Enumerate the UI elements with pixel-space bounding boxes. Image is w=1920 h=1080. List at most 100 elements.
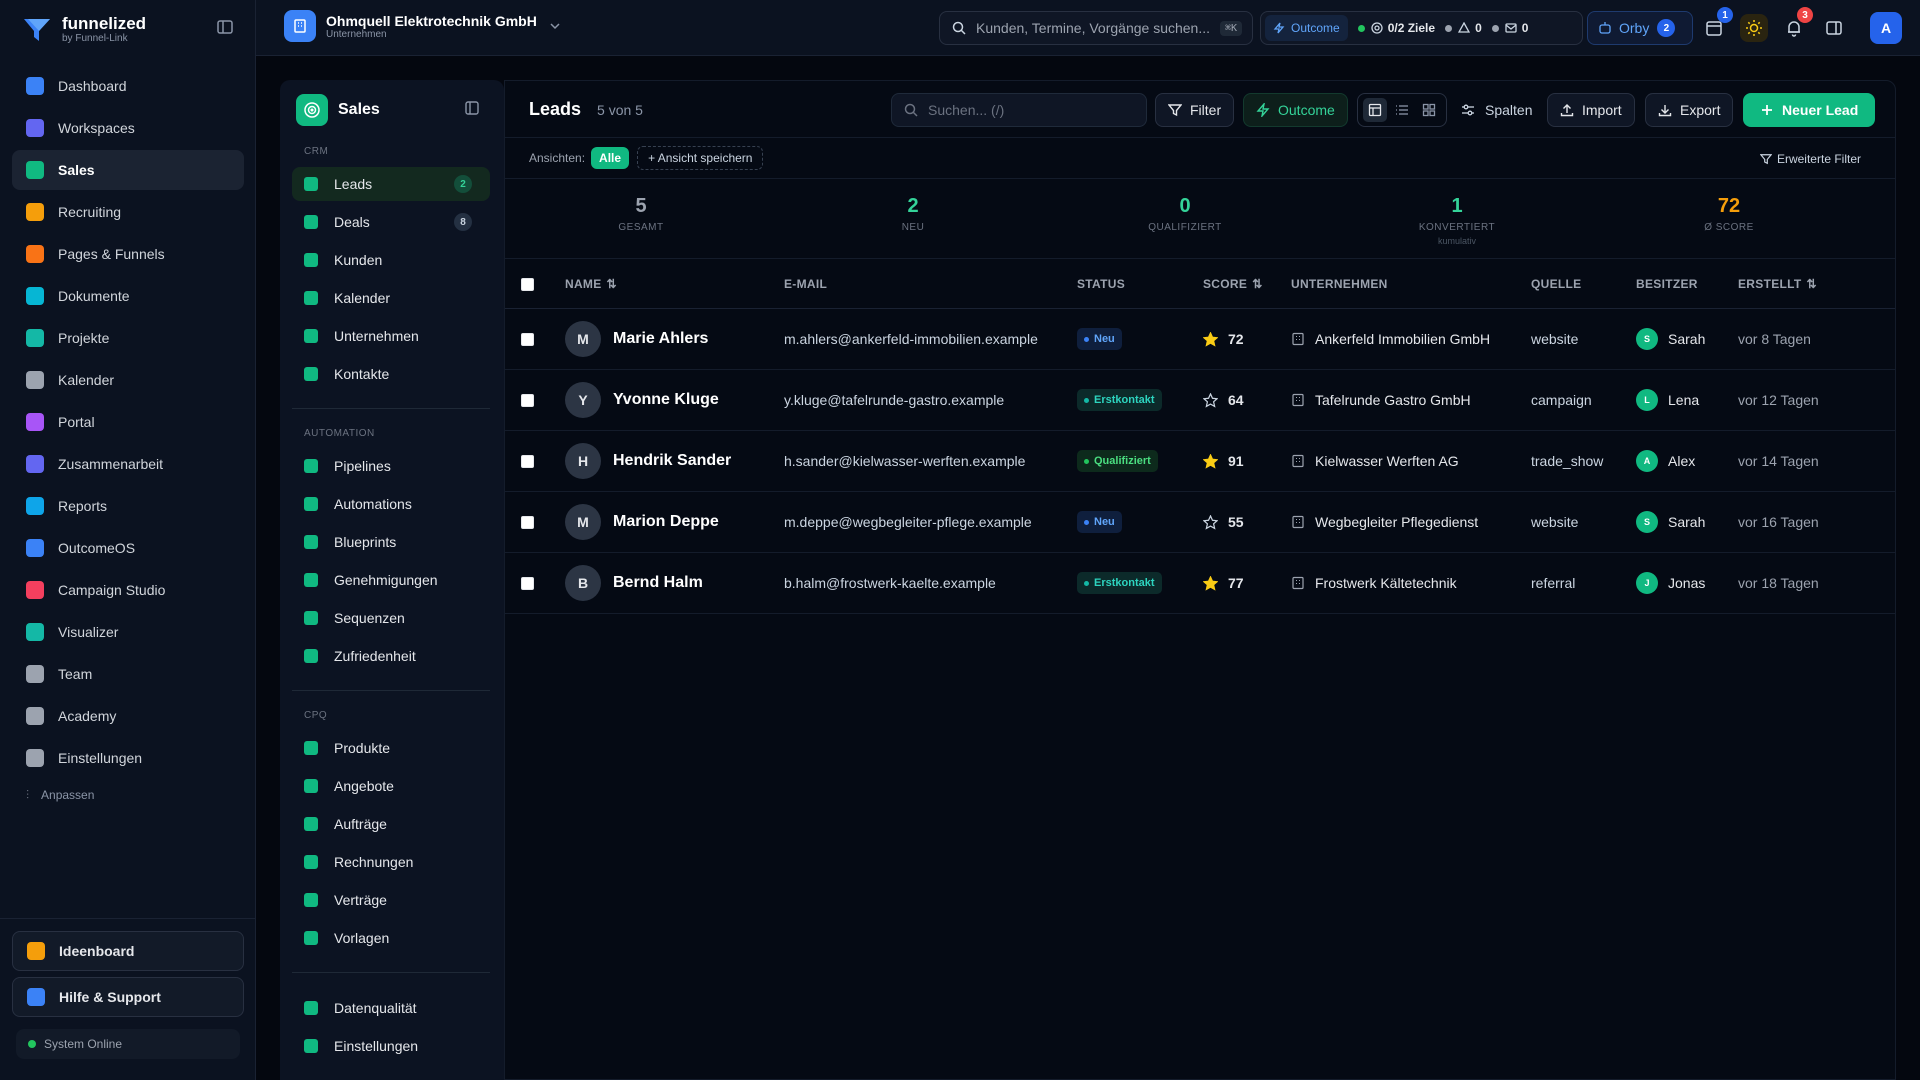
owner-cell[interactable]: A Alex [1636, 431, 1695, 491]
filter-button[interactable]: Filter [1155, 93, 1235, 127]
lead-name-cell[interactable]: M Marion Deppe [565, 492, 719, 552]
panel-toggle-button[interactable] [1820, 14, 1848, 42]
select-all-checkbox[interactable] [521, 259, 534, 309]
column-header-name[interactable]: NAME ⇅ [565, 259, 617, 309]
column-header-created[interactable]: ERSTELLT ⇅ [1738, 259, 1817, 309]
lead-email[interactable]: y.kluge@tafelrunde-gastro.example [784, 370, 1004, 430]
company-switcher[interactable]: Ohmquell Elektrotechnik GmbH Unternehmen [284, 10, 561, 42]
owner-cell[interactable]: S Sarah [1636, 309, 1705, 369]
sidebar-item-einstellungen[interactable]: Einstellungen [12, 738, 244, 778]
save-view-button[interactable]: + Ansicht speichern [637, 146, 764, 170]
sidebar-item-zusammenarbeit[interactable]: Zusammenarbeit [12, 444, 244, 484]
sidebar-item-academy[interactable]: Academy [12, 696, 244, 736]
subnav-item-produkte[interactable]: Produkte [292, 731, 490, 765]
sidebar-item-sales[interactable]: Sales [12, 150, 244, 190]
goals-metric[interactable]: 0/2 Ziele [1357, 21, 1435, 35]
notifications-button[interactable]: 3 [1780, 7, 1813, 42]
list-view-button[interactable] [1390, 98, 1414, 122]
owner-cell[interactable]: J Jonas [1636, 553, 1705, 613]
company-cell[interactable]: Frostwerk Kältetechnik [1291, 553, 1457, 613]
table-row[interactable]: M Marion Deppe m.deppe@wegbegleiter-pflege… [505, 492, 1895, 553]
subnav-item-auftr-ge[interactable]: Aufträge [292, 807, 490, 841]
grid-view-button[interactable] [1417, 98, 1441, 122]
sidebar-item-portal[interactable]: Portal [12, 402, 244, 442]
company-cell[interactable]: Ankerfeld Immobilien GmbH [1291, 309, 1490, 369]
lead-email[interactable]: m.ahlers@ankerfeld-immobilien.example [784, 309, 1038, 369]
view-all-chip[interactable]: Alle [591, 147, 630, 169]
sidebar-item-dokumente[interactable]: Dokumente [12, 276, 244, 316]
sidebar-item-outcomeos[interactable]: OutcomeOS [12, 528, 244, 568]
subnav-item-einstellungen[interactable]: Einstellungen [292, 1029, 490, 1063]
sidebar-item-pages-funnels[interactable]: Pages & Funnels [12, 234, 244, 274]
outcome-metric-button[interactable]: Outcome [1265, 15, 1348, 41]
column-header-email[interactable]: E-MAIL [784, 259, 827, 309]
star-outline-icon[interactable] [1203, 392, 1218, 408]
subnav-item-genehmigungen[interactable]: Genehmigungen [292, 563, 490, 597]
subnav-item-unternehmen[interactable]: Unternehmen [292, 319, 490, 353]
table-row[interactable]: M Marie Ahlers m.ahlers@ankerfeld-immobili… [505, 309, 1895, 370]
column-header-status[interactable]: STATUS [1077, 259, 1125, 309]
owner-cell[interactable]: S Sarah [1636, 492, 1705, 552]
messages-metric[interactable]: 0 [1491, 21, 1528, 35]
star-filled-icon[interactable] [1203, 331, 1218, 347]
columns-button[interactable]: Spalten [1461, 93, 1532, 127]
company-cell[interactable]: Tafelrunde Gastro GmbH [1291, 370, 1471, 430]
row-checkbox[interactable] [521, 309, 534, 369]
subnav-item-vorlagen[interactable]: Vorlagen [292, 921, 490, 955]
new-lead-button[interactable]: Neuer Lead [1743, 93, 1876, 127]
subnav-item-angebote[interactable]: Angebote [292, 769, 490, 803]
column-header-owner[interactable]: BESITZER [1636, 259, 1698, 309]
status-badge[interactable]: Erstkontakt [1077, 389, 1162, 411]
subnav-item-sequenzen[interactable]: Sequenzen [292, 601, 490, 635]
subnav-item-leads[interactable]: Leads 2 [292, 167, 490, 201]
row-checkbox[interactable] [521, 431, 534, 491]
subnav-item-vertr-ge[interactable]: Verträge [292, 883, 490, 917]
lead-name-cell[interactable]: H Hendrik Sander [565, 431, 731, 491]
row-checkbox[interactable] [521, 492, 534, 552]
row-checkbox[interactable] [521, 370, 534, 430]
subnav-item-zufriedenheit[interactable]: Zufriedenheit [292, 639, 490, 673]
orby-assistant-button[interactable]: Orby 2 [1587, 11, 1693, 45]
sidebar-item-team[interactable]: Team [12, 654, 244, 694]
advanced-filter-button[interactable]: Erweiterte Filter [1759, 152, 1861, 166]
status-badge[interactable]: Erstkontakt [1077, 572, 1162, 594]
star-outline-icon[interactable] [1203, 514, 1218, 530]
sidebar-item-kalender[interactable]: Kalender [12, 360, 244, 400]
lead-name-cell[interactable]: Y Yvonne Kluge [565, 370, 719, 430]
star-filled-icon[interactable] [1203, 575, 1218, 591]
subnav-collapse-icon[interactable] [464, 100, 480, 116]
table-row[interactable]: B Bernd Halm b.halm@frostwerk-kaelte.examp… [505, 553, 1895, 614]
sidebar-item-recruiting[interactable]: Recruiting [12, 192, 244, 232]
table-row[interactable]: H Hendrik Sander h.sander@kielwasser-werft… [505, 431, 1895, 492]
column-header-score[interactable]: SCORE ⇅ [1203, 259, 1263, 309]
lead-email[interactable]: h.sander@kielwasser-werften.example [784, 431, 1025, 491]
sidebar-item-dashboard[interactable]: Dashboard [12, 66, 244, 106]
sidebar-item-projekte[interactable]: Projekte [12, 318, 244, 358]
lead-email[interactable]: b.halm@frostwerk-kaelte.example [784, 553, 996, 613]
global-search-input[interactable]: Kunden, Termine, Vorgänge suchen... ⌘K [939, 11, 1253, 45]
subnav-item-kalender[interactable]: Kalender [292, 281, 490, 315]
user-avatar[interactable]: A [1870, 12, 1902, 44]
status-badge[interactable]: Neu [1077, 511, 1122, 533]
subnav-item-deals[interactable]: Deals 8 [292, 205, 490, 239]
sidebar-item-workspaces[interactable]: Workspaces [12, 108, 244, 148]
help-support-button[interactable]: Hilfe & Support [12, 977, 244, 1017]
lead-name-cell[interactable]: B Bernd Halm [565, 553, 703, 613]
sidebar-item-visualizer[interactable]: Visualizer [12, 612, 244, 652]
column-header-source[interactable]: QUELLE [1531, 259, 1581, 309]
status-badge[interactable]: Qualifiziert [1077, 450, 1158, 472]
ideas-board-button[interactable]: Ideenboard [12, 931, 244, 971]
theme-toggle-button[interactable] [1740, 14, 1768, 42]
subnav-item-datenqualit-t[interactable]: Datenqualität [292, 991, 490, 1025]
brand-logo[interactable]: funnelized by Funnel-Link [22, 12, 232, 48]
customize-nav-button[interactable]: ⫶ Anpassen [12, 780, 244, 810]
lead-email[interactable]: m.deppe@wegbegleiter-pflege.example [784, 492, 1032, 552]
company-cell[interactable]: Wegbegleiter Pflegedienst [1291, 492, 1478, 552]
sidebar-item-reports[interactable]: Reports [12, 486, 244, 526]
owner-cell[interactable]: L Lena [1636, 370, 1699, 430]
table-row[interactable]: Y Yvonne Kluge y.kluge@tafelrunde-gastro.e… [505, 370, 1895, 431]
company-cell[interactable]: Kielwasser Werften AG [1291, 431, 1459, 491]
subnav-item-kunden[interactable]: Kunden [292, 243, 490, 277]
sidebar-collapse-icon[interactable] [216, 18, 234, 36]
lead-name-cell[interactable]: M Marie Ahlers [565, 309, 708, 369]
